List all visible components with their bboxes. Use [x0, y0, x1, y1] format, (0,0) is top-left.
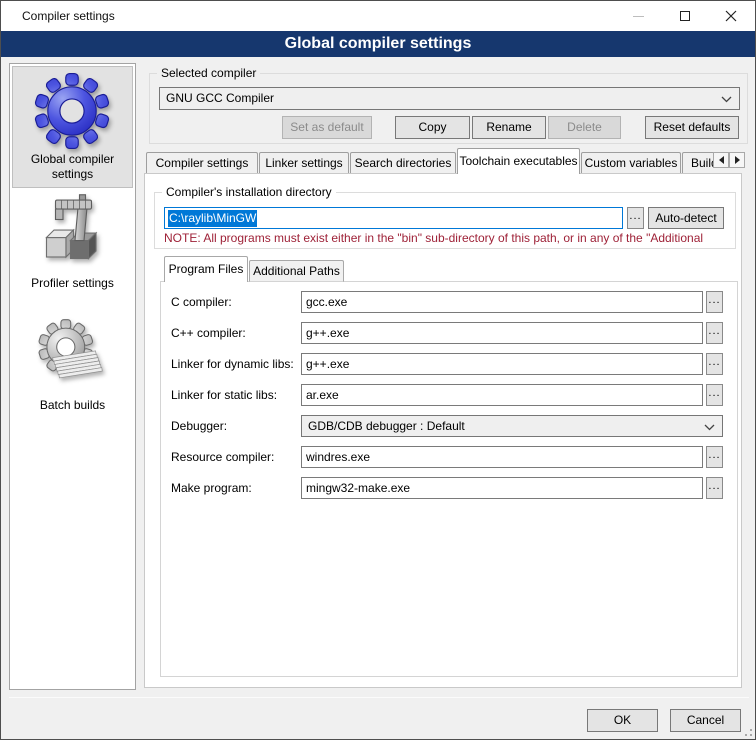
dynamic-linker-input[interactable] [301, 353, 703, 375]
sidebar-label-global-compiler-settings[interactable]: Global compiler settings [12, 152, 133, 182]
c-compiler-browse-button[interactable]: ... [706, 291, 723, 313]
make-program-browse-button[interactable]: ... [706, 477, 723, 499]
dialog-heading: Global compiler settings [1, 31, 755, 57]
installation-directory-value: C:\raylib\MinGW [168, 210, 257, 227]
minimize-icon [633, 16, 644, 17]
chevron-down-icon [721, 96, 732, 103]
arrow-left-icon [719, 156, 724, 164]
tab-build-options[interactable]: Build [682, 152, 713, 174]
make-program-label: Make program: [171, 477, 252, 499]
cpp-compiler-input[interactable] [301, 322, 703, 344]
blue-gear-icon[interactable] [33, 72, 111, 150]
minimize-button[interactable] [615, 1, 661, 31]
maximize-icon [680, 11, 690, 21]
arrow-right-icon [735, 156, 740, 164]
static-linker-input[interactable] [301, 384, 703, 406]
sidebar-item-batch-builds[interactable]: Batch builds [12, 398, 133, 413]
sidebar-item-profiler-settings[interactable]: Profiler settings [12, 276, 133, 291]
static-linker-label: Linker for static libs: [171, 384, 277, 406]
settings-tab-strip: Compiler settings Linker settings Search… [146, 148, 713, 174]
settings-category-list: Global compiler settings [9, 63, 136, 690]
tab-custom-variables[interactable]: Custom variables [581, 152, 681, 174]
cpp-compiler-label: C++ compiler: [171, 322, 246, 344]
make-program-input[interactable] [301, 477, 703, 499]
subtab-program-files[interactable]: Program Files [164, 256, 248, 282]
c-compiler-label: C compiler: [171, 291, 232, 313]
cpp-compiler-row: C++ compiler: ... [164, 322, 726, 344]
note-text: NOTE: All programs must exist either in … [164, 231, 735, 245]
tab-linker-settings[interactable]: Linker settings [259, 152, 349, 174]
resize-grip[interactable] [740, 724, 752, 736]
sub-tab-strip: Program Files Additional Paths [164, 256, 345, 282]
tab-scroll-right-button[interactable] [729, 152, 745, 168]
resource-compiler-input[interactable] [301, 446, 703, 468]
dynamic-linker-browse-button[interactable]: ... [706, 353, 723, 375]
maximize-button[interactable] [662, 1, 708, 31]
installation-directory-input[interactable]: C:\raylib\MinGW [164, 207, 623, 229]
reset-defaults-button[interactable]: Reset defaults [645, 116, 739, 139]
c-compiler-row: C compiler: ... [164, 291, 726, 313]
title-bar: Compiler settings [1, 1, 755, 31]
footer-divider [9, 697, 749, 698]
resource-compiler-browse-button[interactable]: ... [706, 446, 723, 468]
gray-gear-stack-icon[interactable] [35, 319, 105, 389]
chevron-down-icon [704, 424, 715, 431]
tab-scroll-left-button[interactable] [713, 152, 729, 168]
set-as-default-button[interactable]: Set as default [282, 116, 372, 139]
debugger-dropdown[interactable]: GDB/CDB debugger : Default [301, 415, 723, 437]
window-title: Compiler settings [22, 9, 115, 23]
subtab-additional-paths[interactable]: Additional Paths [249, 260, 344, 282]
debugger-label: Debugger: [171, 415, 227, 437]
c-compiler-input[interactable] [301, 291, 703, 313]
tab-compiler-settings[interactable]: Compiler settings [146, 152, 258, 174]
selected-compiler-value: GNU GCC Compiler [166, 88, 274, 109]
cpp-compiler-browse-button[interactable]: ... [706, 322, 723, 344]
selected-compiler-group-title: Selected compiler [157, 66, 260, 80]
static-linker-row: Linker for static libs: ... [164, 384, 726, 406]
installation-directory-browse-button[interactable]: ... [627, 207, 644, 229]
cancel-button[interactable]: Cancel [670, 709, 741, 732]
static-linker-browse-button[interactable]: ... [706, 384, 723, 406]
installation-directory-group-title: Compiler's installation directory [162, 185, 336, 199]
close-button[interactable] [708, 1, 754, 31]
tab-search-directories[interactable]: Search directories [350, 152, 456, 174]
dynamic-linker-row: Linker for dynamic libs: ... [164, 353, 726, 375]
make-program-row: Make program: ... [164, 477, 726, 499]
tab-toolchain-executables[interactable]: Toolchain executables [457, 148, 580, 174]
rename-button[interactable]: Rename [472, 116, 546, 139]
debugger-value: GDB/CDB debugger : Default [308, 416, 465, 437]
resource-compiler-label: Resource compiler: [171, 446, 274, 468]
copy-button[interactable]: Copy [395, 116, 470, 139]
resource-compiler-row: Resource compiler: ... [164, 446, 726, 468]
ok-button[interactable]: OK [587, 709, 658, 732]
dynamic-linker-label: Linker for dynamic libs: [171, 353, 294, 375]
debugger-row: Debugger: GDB/CDB debugger : Default [164, 415, 726, 437]
close-icon [725, 10, 737, 22]
selected-compiler-dropdown[interactable]: GNU GCC Compiler [159, 87, 740, 110]
compiler-settings-dialog: Compiler settings Global compiler settin… [0, 0, 756, 740]
auto-detect-button[interactable]: Auto-detect [648, 207, 724, 229]
caliper-icon[interactable] [36, 194, 111, 269]
delete-button[interactable]: Delete [548, 116, 621, 139]
